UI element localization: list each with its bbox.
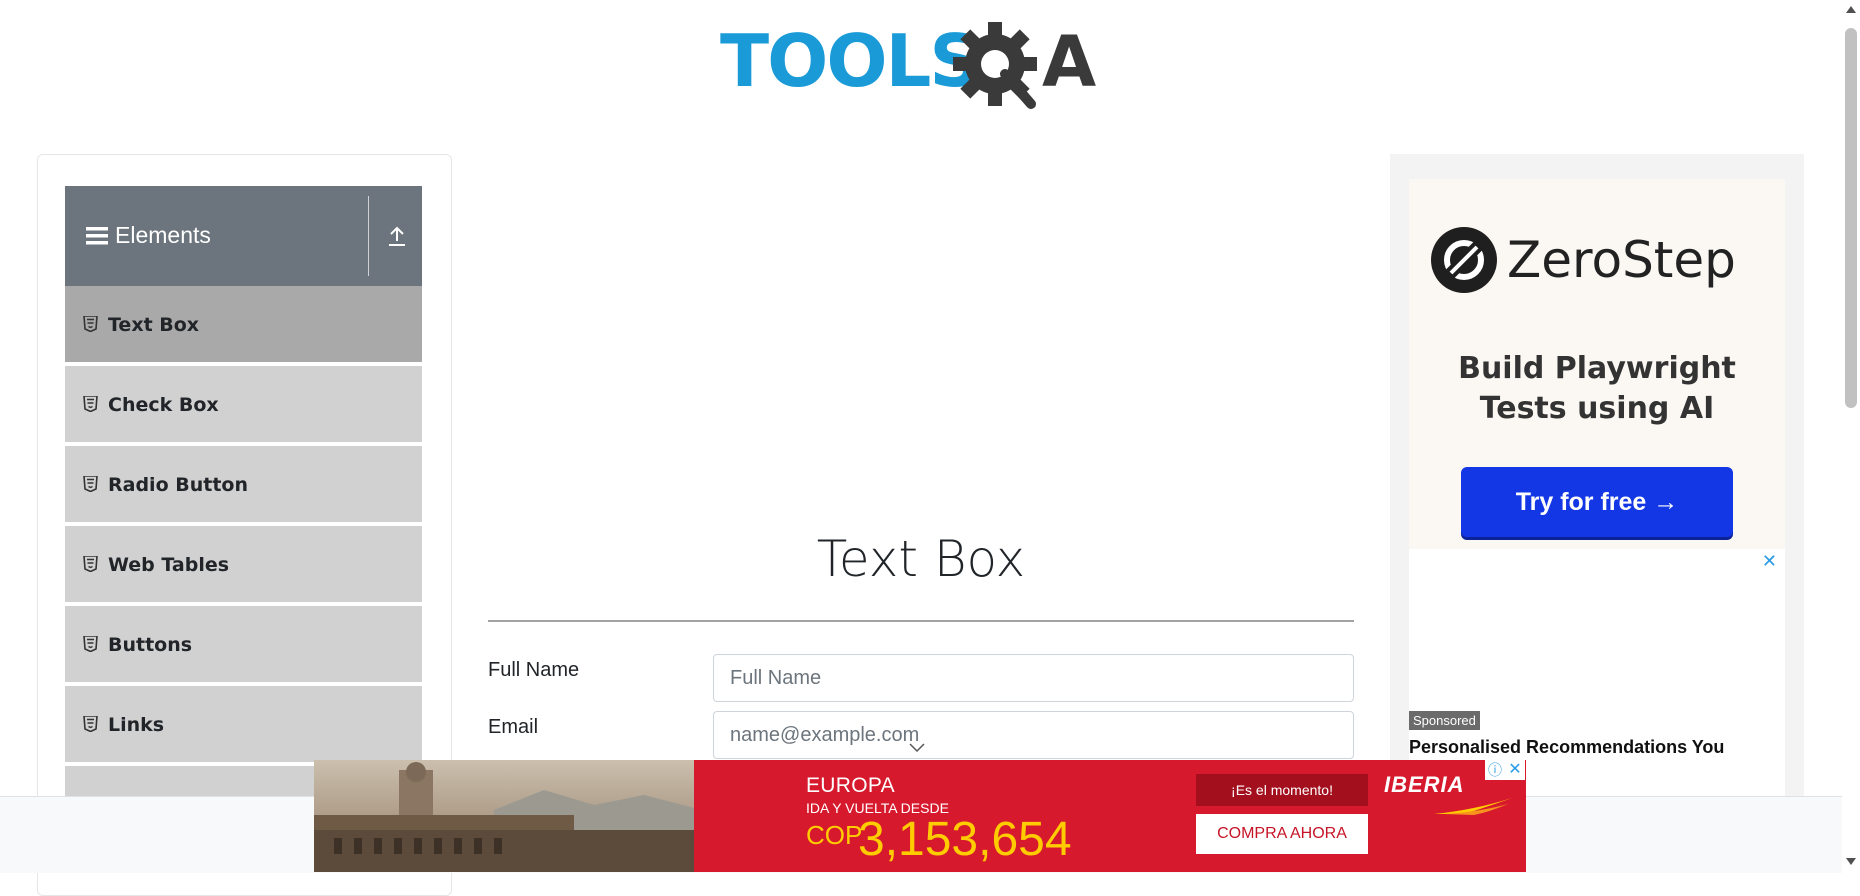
scroll-up-arrow-icon[interactable] — [1844, 3, 1858, 15]
iberia-wing-icon — [1434, 798, 1512, 815]
sidebar-item-web-tables[interactable]: Web Tables — [65, 526, 422, 604]
iberia-logo: IBERIA — [1384, 772, 1465, 797]
menu-icon — [86, 227, 108, 245]
page-title: Text Box — [816, 530, 1026, 588]
email-label: Email — [488, 716, 539, 738]
html5-icon — [83, 556, 98, 572]
sidebar-item-label: Text Box — [108, 314, 200, 336]
right-ad[interactable]: ZeroStep Build Playwright Tests using AI… — [1390, 154, 1804, 804]
sidebar-item-label: Radio Button — [108, 474, 248, 496]
elements-group-title: Elements — [115, 222, 211, 248]
ad-close-icon[interactable]: ✕ — [1762, 551, 1777, 572]
scroll-down-arrow-icon[interactable] — [1844, 856, 1858, 868]
html5-icon — [83, 476, 98, 492]
zerostep-tagline: Build Playwright Tests using AI — [1409, 349, 1785, 429]
sidebar-item-buttons[interactable]: Buttons — [65, 606, 422, 684]
city-photo — [314, 760, 694, 872]
logo-text-tools: TOOLS — [720, 19, 979, 103]
zerostep-brand: ZeroStep — [1507, 231, 1736, 289]
banner-price: 3,153,654 — [858, 813, 1072, 866]
sidebar-item-check-box[interactable]: Check Box — [65, 366, 422, 444]
sidebar-item-links[interactable]: Links — [65, 686, 422, 764]
header-divider — [368, 196, 369, 276]
sponsored-badge: Sponsored — [1409, 711, 1480, 730]
full-name-label: Full Name — [488, 659, 580, 681]
compra-ahora-button[interactable]: COMPRA AHORA — [1196, 814, 1368, 854]
zerostep-ad-card[interactable]: ZeroStep Build Playwright Tests using AI… — [1409, 179, 1785, 549]
sidebar-item-text-box[interactable]: Text Box — [65, 286, 422, 364]
full-name-input[interactable] — [713, 654, 1354, 702]
sidebar-item-label: Check Box — [108, 394, 219, 416]
tagline-line-1: Build Playwright — [1458, 351, 1736, 386]
elements-group-header[interactable]: Elements — [65, 186, 422, 286]
ad-info-icon[interactable]: ⓘ — [1485, 760, 1505, 780]
html5-icon — [83, 716, 98, 732]
email-input[interactable] — [713, 711, 1354, 759]
iberia-banner-ad[interactable]: EUROPA IDA Y VUELTA DESDE COP 3,153,654 … — [314, 760, 1526, 872]
sidebar-item-label: Web Tables — [108, 554, 230, 576]
banner-currency: COP — [806, 820, 863, 850]
html5-icon — [83, 636, 98, 652]
ad-close-icon[interactable]: ✕ — [1505, 760, 1525, 780]
sidebar-item-label: Buttons — [108, 634, 193, 656]
banner-destination: EUROPA — [806, 774, 895, 797]
collapse-up-icon[interactable] — [385, 224, 409, 248]
html5-icon — [83, 316, 98, 332]
top-ad-placeholder — [488, 164, 1354, 474]
scrollbar-thumb[interactable] — [1845, 28, 1857, 408]
banner-moment-badge: ¡Es el momento! — [1196, 774, 1368, 806]
tagline-line-2: Tests using AI — [1479, 391, 1715, 426]
zerostep-logo-icon — [1431, 227, 1497, 293]
html5-icon — [83, 396, 98, 412]
logo-gear-icon — [953, 22, 1037, 109]
logo-text-a: A — [1042, 21, 1096, 103]
sidebar-item-label: Links — [108, 714, 165, 736]
toolsqa-logo[interactable]: TOOLS A — [720, 18, 1125, 114]
chevron-down-icon — [909, 743, 925, 753]
title-divider — [488, 620, 1354, 622]
sidebar-item-radio-button[interactable]: Radio Button — [65, 446, 422, 524]
recommendation-text[interactable]: Personalised Recommendations You — [1409, 737, 1724, 758]
try-for-free-button[interactable]: Try for free → — [1461, 467, 1733, 537]
